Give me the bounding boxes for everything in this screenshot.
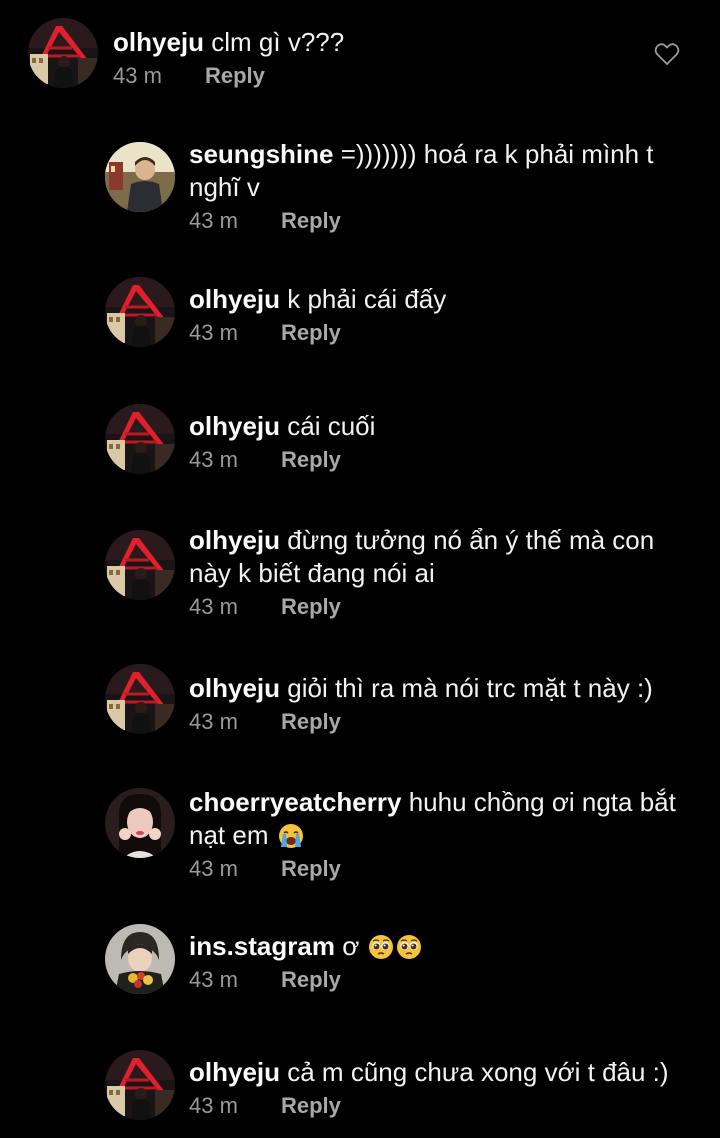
reply-button[interactable]: Reply: [281, 320, 341, 345]
comment-text: giỏi thì ra mà nói trc mặt t này :): [287, 673, 653, 703]
comment-time: 43 m: [189, 709, 238, 734]
comment-username[interactable]: olhyeju: [189, 673, 280, 703]
comment-username[interactable]: ins.stagram: [189, 931, 335, 961]
night-city-avatar-icon[interactable]: [105, 277, 175, 347]
comment-time: 43 m: [189, 447, 238, 472]
comment-time: 43 m: [189, 967, 238, 992]
comment-text: clm gì v???: [211, 27, 345, 57]
comment-username[interactable]: olhyeju: [189, 411, 280, 441]
reply-button[interactable]: Reply: [281, 967, 341, 992]
comment-text: k phải cái đấy: [287, 284, 447, 314]
reply-button[interactable]: Reply: [281, 1093, 341, 1118]
comment-username[interactable]: choerryeatcherry: [189, 787, 401, 817]
comment-time: 43 m: [113, 63, 162, 88]
night-city-avatar-icon[interactable]: [28, 18, 98, 88]
reply-button[interactable]: Reply: [281, 594, 341, 619]
comment-time: 43 m: [189, 594, 238, 619]
night-city-avatar-icon[interactable]: [105, 530, 175, 600]
comment-username[interactable]: olhyeju: [189, 525, 280, 555]
comment-text: ơ: [342, 931, 360, 961]
comment-username[interactable]: olhyeju: [189, 1057, 280, 1087]
girl-portrait-avatar-icon[interactable]: [105, 788, 175, 858]
reply-button[interactable]: Reply: [281, 208, 341, 233]
night-city-avatar-icon[interactable]: [105, 664, 175, 734]
reply-button[interactable]: Reply: [281, 856, 341, 881]
comment-time: 43 m: [189, 1093, 238, 1118]
comment-text: cái cuối: [287, 411, 376, 441]
reply-button[interactable]: Reply: [281, 447, 341, 472]
comment-username[interactable]: seungshine: [189, 139, 333, 169]
heart-outline-icon[interactable]: [654, 42, 680, 66]
crying-face-emoji: [278, 823, 304, 849]
boy-outdoor-avatar-icon[interactable]: [105, 142, 175, 212]
reply-button[interactable]: Reply: [205, 63, 265, 88]
pleading-face-emoji: [368, 934, 394, 960]
comment-text: cả m cũng chưa xong với t đâu :): [287, 1057, 669, 1087]
night-city-avatar-icon[interactable]: [105, 1050, 175, 1120]
comment-time: 43 m: [189, 856, 238, 881]
comment-username[interactable]: olhyeju: [189, 284, 280, 314]
pleading-face-emoji: [396, 934, 422, 960]
reply-button[interactable]: Reply: [281, 709, 341, 734]
night-city-avatar-icon[interactable]: [105, 404, 175, 474]
person-flowers-avatar-icon[interactable]: [105, 924, 175, 994]
comment-username[interactable]: olhyeju: [113, 27, 204, 57]
comment-time: 43 m: [189, 320, 238, 345]
comment-time: 43 m: [189, 208, 238, 233]
